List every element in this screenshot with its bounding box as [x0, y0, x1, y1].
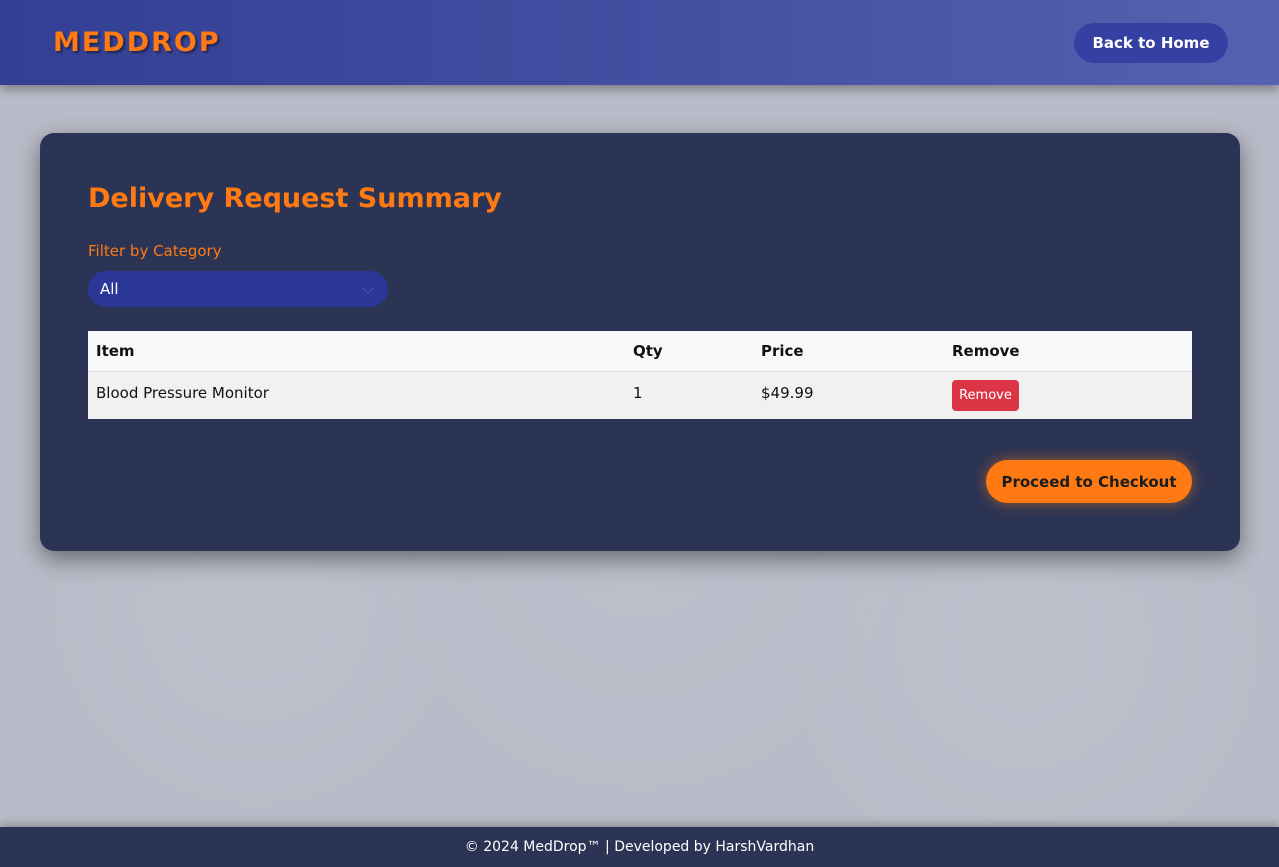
- chevron-down-icon: [362, 282, 374, 294]
- table-header-row: Item Qty Price Remove: [88, 331, 1192, 372]
- column-header-item: Item: [88, 331, 625, 372]
- column-header-qty: Qty: [625, 331, 753, 372]
- page-title: Delivery Request Summary: [88, 183, 502, 214]
- order-table: Item Qty Price Remove Blood Pressure Mon…: [88, 331, 1192, 419]
- item-name-cell: Blood Pressure Monitor: [96, 383, 269, 402]
- top-navbar: MEDDROP Back to Home: [0, 0, 1279, 85]
- back-to-home-button[interactable]: Back to Home: [1074, 23, 1228, 63]
- column-header-remove: Remove: [944, 331, 1192, 372]
- filter-selected-value: All: [100, 280, 119, 298]
- qty-cell: 1: [633, 383, 643, 402]
- column-header-price: Price: [753, 331, 944, 372]
- footer: © 2024 MedDrop™ | Developed by HarshVard…: [0, 827, 1279, 867]
- remove-cell: Remove: [944, 371, 1192, 419]
- delivery-summary-card: Delivery Request Summary Filter by Categ…: [40, 133, 1240, 551]
- logo[interactable]: MEDDROP: [53, 26, 221, 60]
- filter-label: Filter by Category: [88, 242, 222, 260]
- table-row: Blood Pressure Monitor 1 $49.99 Remove: [88, 371, 1192, 419]
- proceed-to-checkout-button[interactable]: Proceed to Checkout: [986, 460, 1192, 503]
- footer-text: © 2024 MedDrop™ | Developed by HarshVard…: [464, 839, 815, 855]
- remove-item-button[interactable]: Remove: [952, 379, 1019, 411]
- category-filter-select[interactable]: All: [88, 271, 388, 307]
- price-cell: $49.99: [761, 383, 814, 402]
